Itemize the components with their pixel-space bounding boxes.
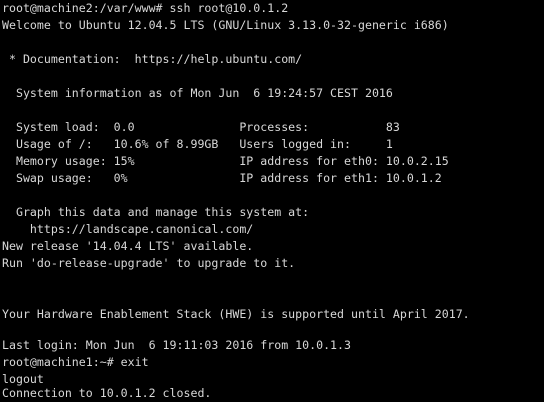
- terminal-line: * Documentation: https://help.ubuntu.com…: [2, 52, 303, 66]
- terminal-line: Run 'do-release-upgrade' to upgrade to i…: [2, 256, 296, 270]
- terminal-line: Connection to 10.0.1.2 closed.: [2, 386, 212, 400]
- terminal-line: Swap usage: 0% IP address for eth1: 10.0…: [2, 171, 442, 185]
- terminal-line: System information as of Mon Jun 6 19:24…: [2, 86, 393, 100]
- terminal-line: New release '14.04.4 LTS' available.: [2, 239, 254, 253]
- terminal-line: https://landscape.canonical.com/: [2, 222, 254, 236]
- terminal-line: Last login: Mon Jun 6 19:11:03 2016 from…: [2, 338, 352, 352]
- terminal-line: Memory usage: 15% IP address for eth0: 1…: [2, 154, 449, 168]
- terminal-line: root@machine2:/var/www# ssh root@10.0.1.…: [2, 1, 289, 15]
- terminal-line: Graph this data and manage this system a…: [2, 205, 310, 219]
- terminal-line: Usage of /: 10.6% of 8.99GB Users logged…: [2, 137, 393, 151]
- terminal-line: Welcome to Ubuntu 12.04.5 LTS (GNU/Linux…: [2, 18, 449, 32]
- terminal-line: root@machine1:~# exit: [2, 355, 149, 369]
- terminal-window[interactable]: root@machine2:/var/www# ssh root@10.0.1.…: [0, 0, 544, 402]
- terminal-line: System load: 0.0 Processes: 83: [2, 120, 400, 134]
- terminal-line: Your Hardware Enablement Stack (HWE) is …: [2, 307, 470, 321]
